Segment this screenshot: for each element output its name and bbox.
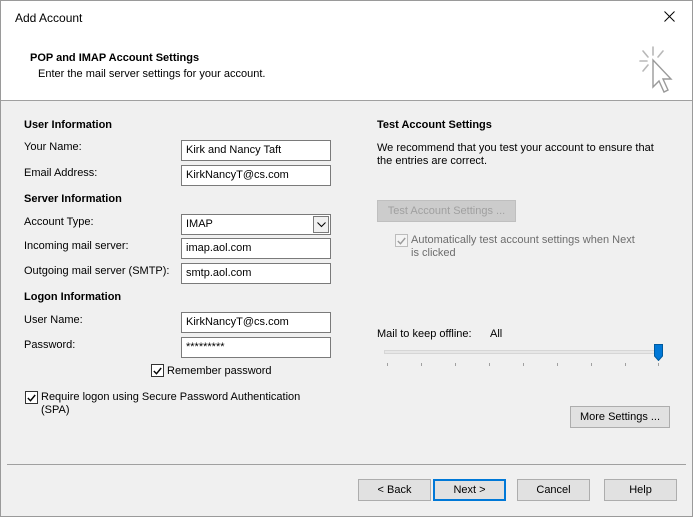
test-settings-description: We recommend that you test your account …	[377, 142, 654, 154]
slider-tick	[591, 363, 592, 366]
user-name-field[interactable]: KirkNancyT@cs.com	[181, 312, 331, 333]
help-button[interactable]: Help	[604, 479, 677, 501]
server-information-heading: Server Information	[24, 193, 122, 205]
close-button[interactable]	[646, 1, 692, 31]
incoming-server-label: Incoming mail server:	[24, 240, 129, 252]
more-settings-button[interactable]: More Settings ...	[570, 406, 670, 428]
checkmark-icon	[153, 367, 162, 375]
wizard-header: POP and IMAP Account Settings Enter the …	[1, 31, 692, 101]
close-icon	[663, 10, 675, 22]
add-account-dialog: Add Account POP and IMAP Account Setting…	[0, 0, 693, 517]
auto-test-label[interactable]: Automatically test account settings when…	[411, 234, 635, 246]
user-information-heading: User Information	[24, 119, 113, 131]
wizard-cursor-icon	[639, 46, 673, 93]
remember-password-label[interactable]: Remember password	[167, 365, 272, 377]
mail-offline-label: Mail to keep offline:	[377, 328, 472, 340]
header-title: POP and IMAP Account Settings	[30, 52, 200, 64]
window-title: Add Account	[15, 11, 83, 25]
checkmark-icon	[397, 237, 406, 245]
slider-tick	[387, 363, 388, 366]
slider-tick	[557, 363, 558, 366]
outgoing-server-field[interactable]: smtp.aol.com	[181, 263, 331, 284]
logon-information-heading: Logon Information	[24, 291, 122, 303]
test-settings-description-continued: the entries are correct.	[377, 155, 488, 167]
spa-label[interactable]: Require logon using Secure Password Auth…	[41, 391, 300, 403]
slider-tick	[489, 363, 490, 366]
slider-tick	[455, 363, 456, 366]
outgoing-server-label: Outgoing mail server (SMTP):	[24, 265, 170, 277]
slider-tick	[421, 363, 422, 366]
header-subtitle: Enter the mail server settings for your …	[38, 68, 266, 80]
spa-label-continued[interactable]: (SPA)	[41, 404, 70, 416]
next-button[interactable]: Next >	[433, 479, 506, 501]
checkmark-icon	[27, 394, 36, 402]
account-type-label: Account Type:	[24, 216, 94, 228]
spa-checkbox[interactable]	[25, 391, 38, 404]
slider-tick	[625, 363, 626, 366]
your-name-label: Your Name:	[24, 141, 82, 153]
title-bar: Add Account	[1, 1, 692, 31]
test-account-settings-button[interactable]: Test Account Settings ...	[377, 200, 516, 222]
slider-tick	[658, 363, 659, 366]
auto-test-label-continued[interactable]: is clicked	[411, 247, 456, 259]
email-address-field[interactable]: KirkNancyT@cs.com	[181, 165, 331, 186]
user-name-label: User Name:	[24, 314, 83, 326]
account-type-value: IMAP	[186, 218, 213, 230]
cancel-button[interactable]: Cancel	[517, 479, 590, 501]
mail-offline-slider-track[interactable]	[384, 350, 663, 354]
test-settings-heading: Test Account Settings	[377, 119, 492, 131]
password-field[interactable]: *********	[181, 337, 331, 358]
email-address-label: Email Address:	[24, 167, 98, 179]
chevron-down-icon[interactable]	[313, 216, 329, 233]
auto-test-checkbox[interactable]	[395, 234, 408, 247]
password-label: Password:	[24, 339, 76, 351]
remember-password-checkbox[interactable]	[151, 364, 164, 377]
your-name-field[interactable]: Kirk and Nancy Taft	[181, 140, 331, 161]
back-button[interactable]: < Back	[358, 479, 431, 501]
slider-tick	[523, 363, 524, 366]
incoming-server-field[interactable]: imap.aol.com	[181, 238, 331, 259]
mail-offline-value: All	[490, 328, 503, 340]
mail-offline-slider-thumb[interactable]	[654, 344, 663, 361]
account-type-select[interactable]: IMAP	[181, 214, 331, 235]
